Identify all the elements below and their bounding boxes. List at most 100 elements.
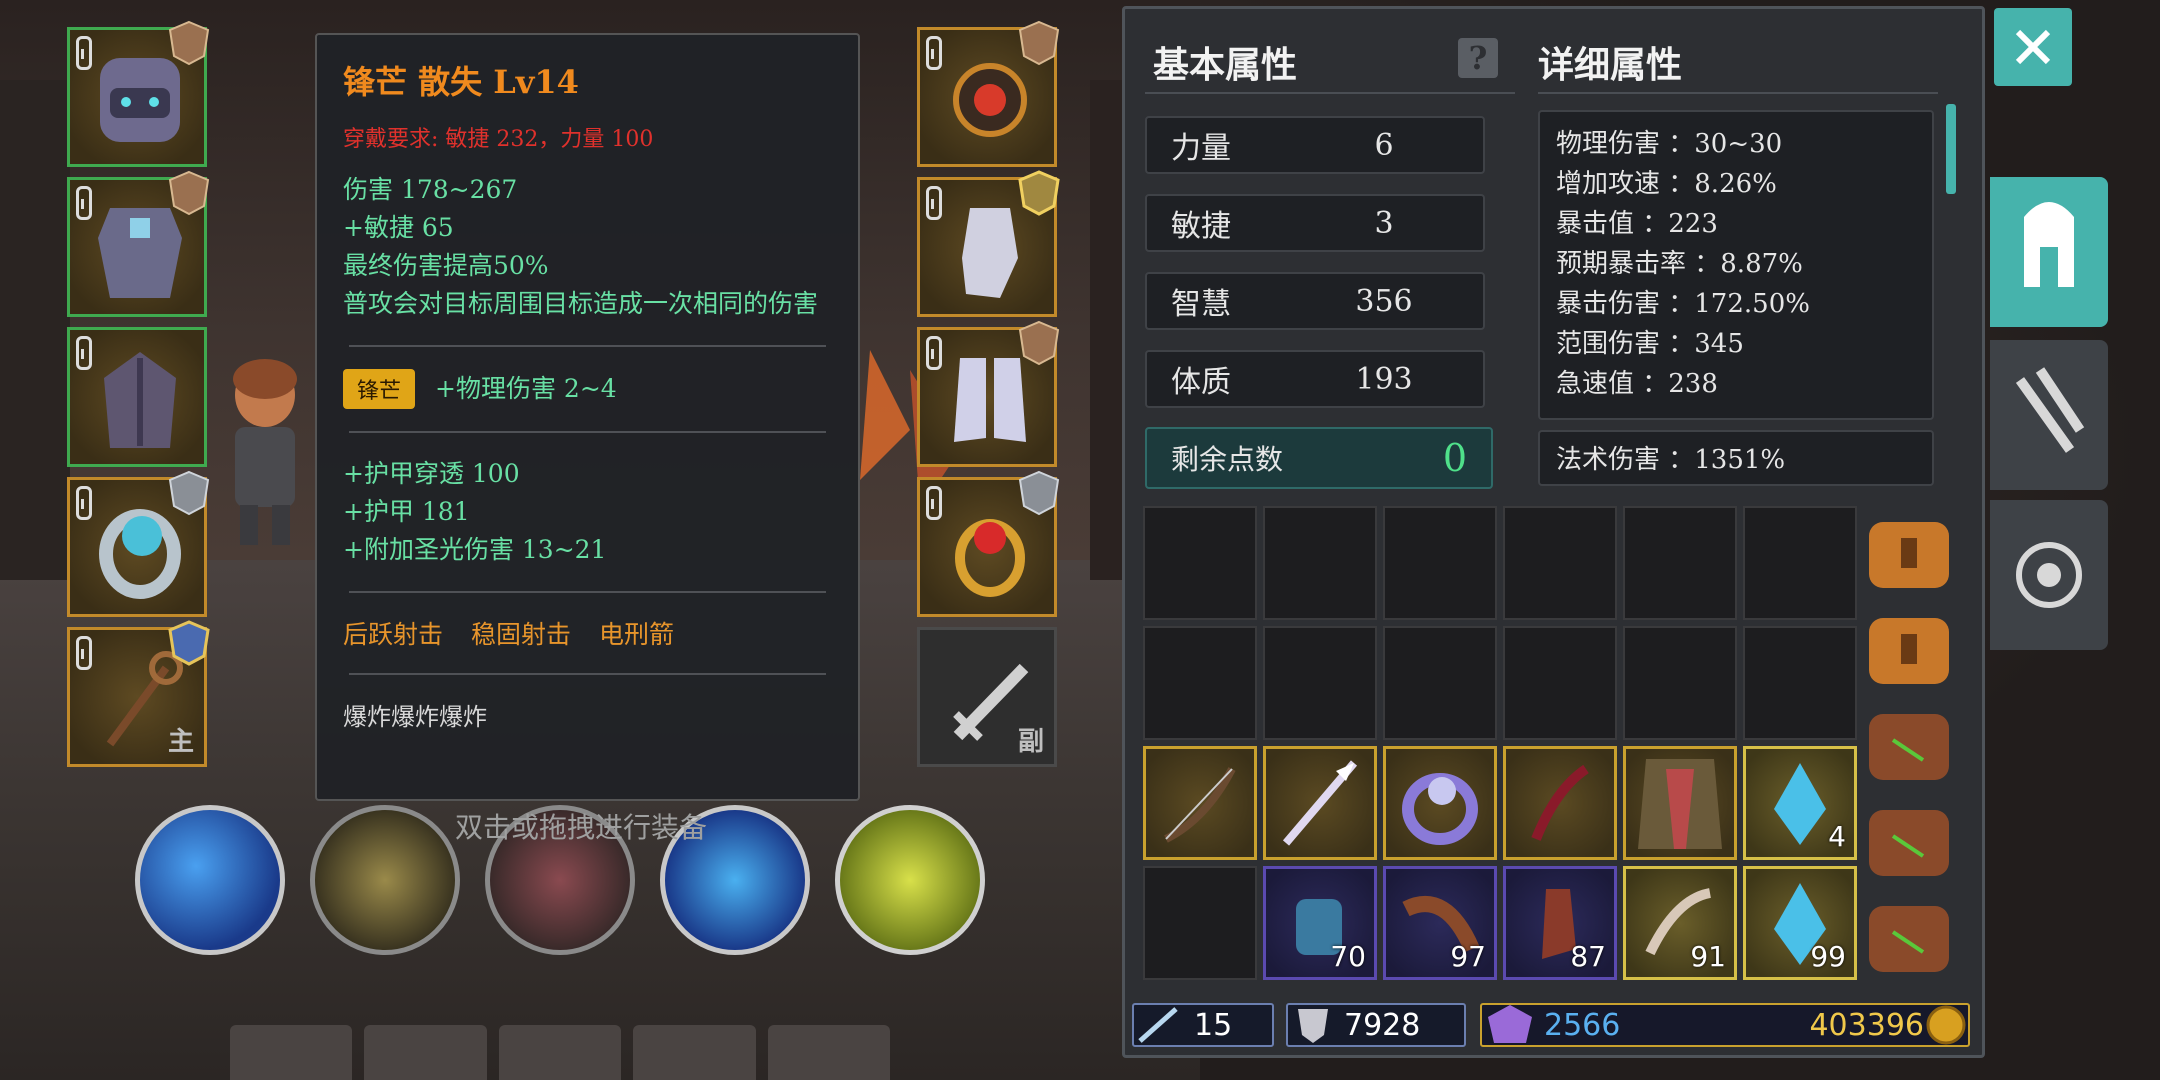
off-hand-label: 副 xyxy=(1017,727,1044,757)
equip-hint: 双击或拖拽进行装备 xyxy=(455,811,708,844)
skill-list: 后跃射击 稳固射击 电刑箭 xyxy=(343,615,832,651)
base-stat: +敏捷 65 xyxy=(343,213,454,242)
inventory-slot-empty[interactable] xyxy=(1743,626,1857,740)
equip-slot-boots[interactable] xyxy=(917,320,1060,467)
rank-badge-icon xyxy=(168,20,210,66)
remaining-value: 0 xyxy=(1442,436,1467,480)
inventory-grid: 4 70 97 87 91 99 xyxy=(1137,500,1967,988)
inventory-slot-crystal[interactable]: 4 xyxy=(1743,746,1857,860)
inventory-slot-empty[interactable] xyxy=(1743,506,1857,620)
inventory-slot-horn[interactable]: 97 xyxy=(1383,866,1497,980)
tab-equipment[interactable] xyxy=(1990,177,2108,327)
divider xyxy=(1145,92,1515,94)
detail-scrollbar[interactable] xyxy=(1946,104,1956,194)
remaining-label: 剩余点数 xyxy=(1171,443,1284,476)
stat-label: 力量 xyxy=(1171,131,1231,166)
bag-icon[interactable] xyxy=(1863,508,1955,596)
help-button[interactable]: ? xyxy=(1458,38,1498,78)
equip-slot-ring-2[interactable] xyxy=(917,470,1060,617)
inventory-slot-empty[interactable] xyxy=(1503,626,1617,740)
item-title: 锋芒 散失 Lv14 xyxy=(343,63,579,101)
shield-currency: 7928 xyxy=(1286,1003,1466,1047)
bag-icon[interactable] xyxy=(1863,892,1955,980)
stat-agility: 敏捷 3 xyxy=(1145,194,1485,252)
detail-stats-box: 物理伤害 ：30~30 增加攻速 ：8.26% 暴击值 ：223 预期暴击率 ：… xyxy=(1538,110,1934,420)
skill-button-aura[interactable] xyxy=(310,805,460,955)
inventory-slot-spear[interactable] xyxy=(1263,746,1377,860)
inventory-slot-empty[interactable] xyxy=(1623,506,1737,620)
inventory-slot-ring[interactable] xyxy=(1383,746,1497,860)
claw-icon xyxy=(1531,764,1589,841)
equip-slot-off-weapon[interactable]: 副 xyxy=(917,627,1057,767)
rank-badge-icon xyxy=(168,620,210,666)
inventory-slot-empty[interactable] xyxy=(1383,506,1497,620)
inventory-slot-empty[interactable] xyxy=(1263,506,1377,620)
rank-badge-icon xyxy=(1018,170,1060,216)
gem-gold-currency: 2566 403396 xyxy=(1480,1003,1970,1047)
inventory-slot-empty[interactable] xyxy=(1143,866,1257,980)
rank-badge-icon xyxy=(1018,20,1060,66)
inventory-slot-bracer[interactable]: 70 xyxy=(1263,866,1377,980)
inventory-slot-empty[interactable] xyxy=(1143,626,1257,740)
background-pillar xyxy=(0,80,70,580)
item-count: 70 xyxy=(1330,940,1366,973)
gold-coin-icon xyxy=(1926,1005,1966,1045)
item-description: 爆炸爆炸爆炸 xyxy=(343,703,487,731)
detail-stat: 预期暴击率 ：8.87% xyxy=(1556,249,1803,279)
arrow-currency: 15 xyxy=(1132,1003,1274,1047)
inventory-slot-empty[interactable] xyxy=(1383,626,1497,740)
equip-slot-armor[interactable] xyxy=(67,170,210,317)
spear-icon xyxy=(1282,760,1358,846)
extra-stat: +护甲穿透 100 xyxy=(343,459,520,488)
equip-slot-cloak[interactable] xyxy=(67,327,207,467)
equip-slot-ring[interactable] xyxy=(67,470,210,617)
gold-count: 403396 xyxy=(1809,1007,1924,1043)
rank-badge-icon xyxy=(168,170,210,216)
cloak-icon xyxy=(104,352,176,448)
item-count: 4 xyxy=(1828,820,1846,853)
inventory-slot-empty[interactable] xyxy=(1623,626,1737,740)
base-stat: 最终伤害提高50% xyxy=(343,251,549,280)
inventory-slot-armor[interactable] xyxy=(1623,746,1737,860)
gem-count: 2566 xyxy=(1544,1007,1621,1043)
magic-stat-box: 法术伤害 ：1351% xyxy=(1538,430,1934,486)
skill-name: 后跃射击 xyxy=(343,620,444,649)
inventory-slot-empty[interactable] xyxy=(1263,626,1377,740)
skill-name: 稳固射击 xyxy=(471,620,572,649)
bag-icon[interactable] xyxy=(1863,796,1955,884)
item-count: 99 xyxy=(1810,940,1846,973)
stat-value: 356 xyxy=(1355,283,1413,319)
inventory-slot-feather[interactable]: 91 xyxy=(1623,866,1737,980)
stat-value: 6 xyxy=(1374,127,1394,163)
detail-stat: 暴击伤害 ：172.50% xyxy=(1556,289,1810,319)
chest-armor-icon xyxy=(1638,759,1722,849)
equip-slot-helmet[interactable] xyxy=(67,20,210,167)
skill-button-dash[interactable] xyxy=(835,805,985,955)
skill-button-ice[interactable] xyxy=(135,805,285,955)
equip-slot-main-weapon[interactable]: 主 xyxy=(67,620,210,767)
equip-slot-amulet[interactable] xyxy=(917,20,1060,167)
inventory-slot-claw[interactable] xyxy=(1503,746,1617,860)
inventory-slot-leg[interactable]: 87 xyxy=(1503,866,1617,980)
skill-name: 电刑箭 xyxy=(599,620,675,649)
stat-label: 智慧 xyxy=(1171,287,1231,322)
detail-stat: 法术伤害 ：1351% xyxy=(1556,445,1786,475)
inventory-slot-empty[interactable] xyxy=(1503,506,1617,620)
tab-target[interactable] xyxy=(1990,500,2108,650)
bag-icon[interactable] xyxy=(1863,604,1955,692)
detail-stat: 暴击值 ：223 xyxy=(1556,209,1718,239)
arrows-icon xyxy=(1138,1007,1178,1043)
inventory-slot-empty[interactable] xyxy=(1143,506,1257,620)
shield-icon xyxy=(1298,1009,1328,1043)
inventory-slot-bow[interactable] xyxy=(1143,746,1257,860)
close-button[interactable] xyxy=(1994,8,2072,86)
inventory-slot-crystal[interactable]: 99 xyxy=(1743,866,1857,980)
item-count: 97 xyxy=(1450,940,1486,973)
stat-value: 193 xyxy=(1355,361,1413,397)
tab-gear[interactable] xyxy=(1990,340,2108,490)
equip-slot-gloves[interactable] xyxy=(917,170,1060,317)
item-count: 87 xyxy=(1570,940,1606,973)
divider xyxy=(349,431,826,433)
bag-icon[interactable] xyxy=(1863,700,1955,788)
detail-stat: 物理伤害 ：30~30 xyxy=(1556,129,1783,159)
